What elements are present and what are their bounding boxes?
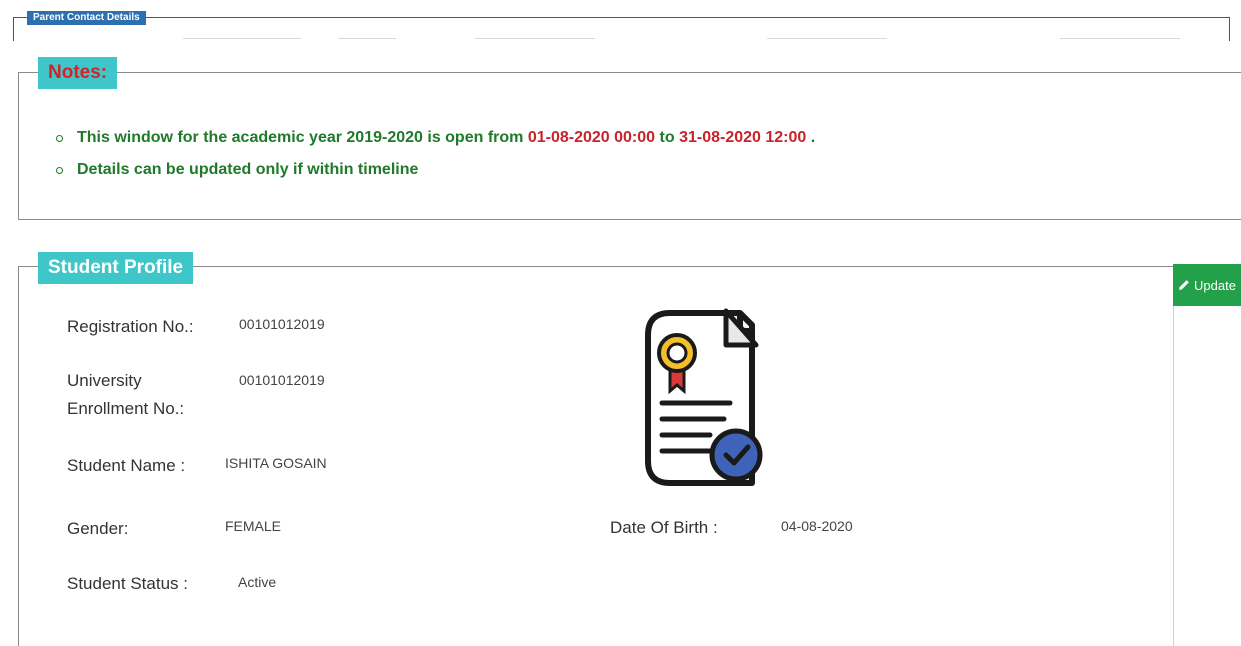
circle-bullet-icon [56, 166, 63, 174]
dob-value: 04-08-2020 [781, 518, 853, 534]
gender-label: Gender: [67, 519, 129, 538]
gender-value: FEMALE [225, 518, 282, 534]
notes-window-suffix: . [810, 129, 816, 146]
enrollment-label: University Enrollment No.: [67, 371, 185, 418]
student-name-label: Student Name : [67, 456, 186, 475]
student-name-value: ISHITA GOSAIN [225, 455, 327, 471]
notes-timeline-text: Details can be updated only if within ti… [77, 161, 419, 178]
faint-divider [767, 38, 887, 39]
faint-divider [338, 38, 396, 39]
circle-bullet-icon [56, 134, 63, 142]
notes-list: This window for the academic year 2019-2… [56, 122, 815, 186]
notes-legend: Notes: [38, 57, 118, 89]
registration-value: 00101012019 [239, 316, 325, 332]
faint-divider [183, 38, 301, 39]
notes-to-word: to [659, 129, 675, 146]
faint-divider [1060, 38, 1180, 39]
enrollment-value: 00101012019 [239, 372, 325, 388]
student-status-label: Student Status : [67, 574, 188, 593]
update-button-label: Update [1194, 277, 1236, 293]
update-button[interactable]: Update [1173, 264, 1241, 306]
pencil-icon [1179, 280, 1189, 290]
student-status-value: Active [238, 574, 277, 590]
page: Parent Contact Details Notes: This windo… [0, 0, 1241, 646]
notes-open-to: 31-08-2020 12:00 [679, 129, 807, 146]
notes-window-prefix: This window for the academic year 2019-2… [77, 129, 524, 146]
registration-label: Registration No.: [67, 317, 194, 336]
faint-divider [475, 38, 595, 39]
notes-open-from: 01-08-2020 00:00 [527, 129, 656, 146]
parent-contact-legend: Parent Contact Details [27, 11, 146, 25]
update-button-edge [1173, 306, 1174, 646]
dob-label: Date Of Birth : [610, 518, 718, 537]
notes-item-timeline: Details can be updated only if within ti… [56, 154, 815, 186]
student-profile-legend: Student Profile [38, 252, 194, 284]
notes-item-window: This window for the academic year 2019-2… [56, 122, 815, 154]
certificate-document-icon [645, 308, 763, 486]
